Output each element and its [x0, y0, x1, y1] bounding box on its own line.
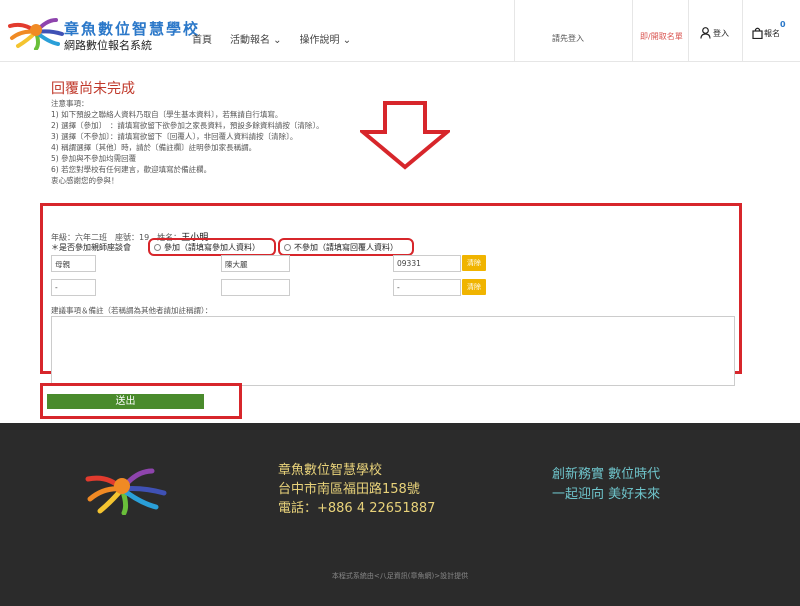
notice-line: 2) 選擇〔參加〕 ：請填寫欲留下欲參加之家長資料，預設多餘資料請按〔清除〕。	[51, 121, 324, 130]
nav-help-label: 操作說明	[299, 35, 340, 46]
footer-slogan-line: 一起迎向 美好未來	[552, 487, 661, 502]
octopus-logo-icon[interactable]	[6, 14, 64, 50]
header: 章魚數位智慧學校 網路數位報名系統 首頁 活動報名 ⌄ 操作說明 ⌄ 請先登入 …	[0, 0, 800, 62]
footer-school-name: 章魚數位智慧學校	[278, 463, 383, 478]
notice-line: 衷心感謝您的參與！	[51, 176, 119, 185]
submit-button[interactable]: 送出	[47, 394, 204, 409]
user-icon	[700, 27, 711, 39]
footer-slogan: 創新務實 數位時代 一起迎向 美好未來	[552, 465, 660, 505]
main-nav: 首頁 活動報名 ⌄ 操作說明 ⌄	[192, 31, 351, 46]
attendance-question: ＊是否參加親師座談會	[51, 243, 131, 252]
signup-button[interactable]: 報名	[752, 27, 780, 39]
phone-field[interactable]: 09331	[393, 255, 461, 272]
nav-events[interactable]: 活動報名 ⌄	[230, 31, 282, 46]
brand-title: 章魚數位智慧學校	[64, 20, 201, 38]
radio-attend-no[interactable]	[284, 243, 291, 251]
notice-line: 1) 如下預設之聯絡人資料乃取自〔學生基本資料〕，若無請自行填寫。	[51, 110, 283, 119]
clear-button[interactable]: 清除	[462, 279, 486, 295]
chevron-down-icon: ⌄	[339, 35, 352, 46]
notice-list: 注意事項： 1) 如下預設之聯絡人資料乃取自〔學生基本資料〕，若無請自行填寫。 …	[51, 98, 324, 186]
octopus-logo-icon	[85, 468, 167, 515]
notice-line: 3) 選擇〔不參加〕：請填寫欲留下〔回覆人〕，非回覆人資料請按〔清除〕。	[51, 132, 298, 141]
login-label: 登入	[713, 28, 729, 38]
notice-line: 5) 參加與不參加均需回覆	[51, 154, 137, 163]
query-list-link[interactable]: 即/開取名單	[640, 31, 683, 42]
cart-count-badge: 0	[780, 20, 786, 29]
chevron-down-icon: ⌄	[270, 35, 282, 46]
down-arrow-icon	[360, 101, 450, 170]
notice-line: 4) 稱謂選擇〔其他〕時，請於〔備註欄〕註明參加家長稱謂。	[51, 143, 257, 152]
relation-select[interactable]: 母親	[51, 255, 96, 272]
nav-help[interactable]: 操作說明 ⌄	[300, 31, 352, 46]
header-divider	[632, 0, 633, 62]
header-divider	[688, 0, 689, 62]
remark-label: 建議事項＆備註（若稱謂為其他者請加註稱謂）：	[51, 306, 213, 315]
attend-yes-option[interactable]: 參加（請填寫參加人資料）	[148, 238, 276, 256]
notice-line: 6) 若您對學校有任何建言，歡迎填寫於備註欄。	[51, 165, 212, 174]
attend-no-option[interactable]: 不參加（請填寫回覆人資料）	[278, 238, 414, 256]
footer-phone: 電話：+886 4 22651887	[278, 501, 436, 516]
footer-address: 台中市南區福田路158號	[278, 482, 420, 497]
nav-home[interactable]: 首頁	[192, 31, 212, 46]
shopping-bag-icon	[752, 27, 763, 39]
user-status: 請先登入	[552, 34, 584, 43]
remark-textarea[interactable]	[51, 316, 735, 386]
relation-select[interactable]: -	[51, 279, 96, 296]
attend-yes-label: 參加（請填寫參加人資料）	[164, 242, 260, 252]
footer-school-info: 章魚數位智慧學校 台中市南區福田路158號 電話：+886 4 22651887	[278, 461, 435, 518]
notice-line: 注意事項：	[51, 99, 89, 108]
notice-title: 回覆尚未完成	[51, 81, 135, 97]
radio-attend-yes[interactable]	[154, 243, 161, 251]
header-divider	[514, 0, 515, 62]
nav-events-label: 活動報名	[230, 35, 270, 46]
attend-no-label: 不參加（請填寫回覆人資料）	[294, 242, 398, 252]
brand-subtitle: 網路數位報名系統	[64, 39, 152, 52]
name-field[interactable]	[221, 279, 290, 296]
name-field[interactable]: 陳大麗	[221, 255, 290, 272]
phone-field[interactable]: -	[393, 279, 461, 296]
login-button[interactable]: 登入	[700, 27, 729, 39]
header-divider	[742, 0, 743, 62]
footer-copyright: 本程式系統由<八足資訊(章魚網)>設計提供	[331, 572, 469, 580]
footer-slogan-line: 創新務實 數位時代	[552, 467, 661, 482]
clear-button[interactable]: 清除	[462, 255, 486, 271]
signup-label: 報名	[764, 28, 780, 38]
footer: 章魚數位智慧學校 台中市南區福田路158號 電話：+886 4 22651887…	[0, 423, 800, 606]
